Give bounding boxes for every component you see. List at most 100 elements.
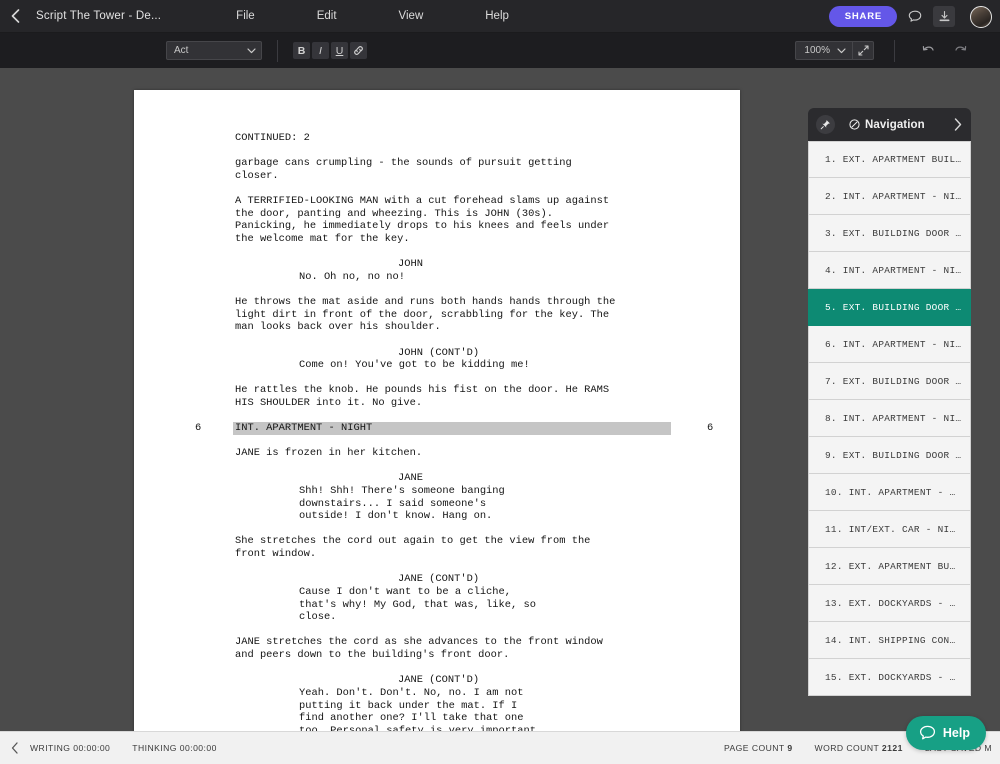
fullscreen-button[interactable] <box>852 42 873 59</box>
back-button[interactable] <box>0 0 30 33</box>
undo-arrow-icon <box>922 45 935 56</box>
action-block[interactable]: He rattles the knob. He pounds his fist … <box>235 384 609 409</box>
navigation-panel: Navigation 1. EXT. APARTMENT BUIL… 2. IN… <box>808 108 971 700</box>
bold-button[interactable]: B <box>293 42 310 59</box>
nav-scene-item-1[interactable]: 1. EXT. APARTMENT BUIL… <box>808 141 971 178</box>
last-saved-value: M <box>984 743 992 753</box>
undo-button[interactable] <box>922 45 935 56</box>
action-block[interactable]: garbage cans crumpling - the sounds of p… <box>235 157 572 182</box>
comment-bubble-icon <box>908 10 922 23</box>
nav-scene-item-14[interactable]: 14. INT. SHIPPING CON… <box>808 622 971 659</box>
nav-scene-item-2[interactable]: 2. INT. APARTMENT - NI… <box>808 178 971 215</box>
chevron-down-icon <box>247 48 256 54</box>
help-button[interactable]: Help <box>906 716 986 750</box>
chat-bubble-icon <box>919 725 936 741</box>
nav-scene-item-10[interactable]: 10. INT. APARTMENT - … <box>808 474 971 511</box>
script-page[interactable]: CONTINUED: 2 garbage cans crumpling - th… <box>134 90 740 731</box>
toolbar-divider-2 <box>894 40 895 62</box>
avatar[interactable] <box>970 6 992 28</box>
chevron-down-icon <box>837 48 846 54</box>
link-icon <box>353 45 364 56</box>
zoom-control: 100% <box>795 41 874 60</box>
menu-item-help[interactable]: Help <box>454 10 540 22</box>
zoom-select[interactable]: 100% <box>796 45 852 56</box>
character-cue[interactable]: JOHN <box>235 258 423 271</box>
chevron-left-icon <box>11 742 19 754</box>
nav-scene-item-12[interactable]: 12. EXT. APARTMENT BU… <box>808 548 971 585</box>
dialogue-block[interactable]: Come on! You've got to be kidding me! <box>235 359 530 372</box>
character-cue[interactable]: JANE <box>235 472 423 485</box>
menu-bar-actions: SHARE <box>829 0 992 33</box>
status-bar-collapse-button[interactable] <box>0 742 30 754</box>
word-count-value: 2121 <box>882 743 903 753</box>
menu-item-edit[interactable]: Edit <box>286 10 368 22</box>
action-block[interactable]: He throws the mat aside and runs both ha… <box>235 296 615 334</box>
pin-icon <box>820 119 831 130</box>
word-count-label: WORD COUNT <box>815 743 880 753</box>
nav-scene-item-8[interactable]: 8. INT. APARTMENT - NI… <box>808 400 971 437</box>
status-bar: WRITING 00:00:00 THINKING 00:00:00 PAGE … <box>0 731 1000 764</box>
underline-glyph: U <box>336 45 344 57</box>
italic-button[interactable]: I <box>312 42 329 59</box>
navigation-scene-list[interactable]: 1. EXT. APARTMENT BUIL… 2. INT. APARTMEN… <box>808 141 971 700</box>
nav-scene-item-3[interactable]: 3. EXT. BUILDING DOOR … <box>808 215 971 252</box>
nav-scene-item-11[interactable]: 11. INT/EXT. CAR - NI… <box>808 511 971 548</box>
action-block[interactable]: JANE stretches the cord as she advances … <box>235 636 603 661</box>
nav-scene-item-15[interactable]: 15. EXT. DOCKYARDS - … <box>808 659 971 696</box>
navigation-header: Navigation <box>808 108 971 141</box>
nav-scene-item-4[interactable]: 4. INT. APARTMENT - NI… <box>808 252 971 289</box>
navigation-title: Navigation <box>865 119 925 131</box>
help-label: Help <box>943 726 970 740</box>
chevron-right-icon <box>954 118 962 131</box>
text-format-group: B I U <box>293 42 367 59</box>
fullscreen-expand-icon <box>858 45 869 56</box>
menu-bar: Script The Tower - De... File Edit View … <box>0 0 1000 33</box>
action-block[interactable]: JANE is frozen in her kitchen. <box>235 447 422 460</box>
nav-scene-item-5[interactable]: 5. EXT. BUILDING DOOR … <box>808 289 971 326</box>
link-button[interactable] <box>350 42 367 59</box>
nav-scene-item-9[interactable]: 9. EXT. BUILDING DOOR … <box>808 437 971 474</box>
download-icon <box>938 10 951 23</box>
chevron-left-icon <box>11 9 20 23</box>
element-type-select[interactable]: Act <box>166 41 262 60</box>
page-count: PAGE COUNT 9 <box>724 743 793 753</box>
screenwriting-app-window: Script The Tower - De... File Edit View … <box>0 0 1000 764</box>
menu-item-file[interactable]: File <box>205 10 286 22</box>
scene-number-left: 6 <box>195 422 201 435</box>
comment-button[interactable] <box>904 6 926 27</box>
underline-button[interactable]: U <box>331 42 348 59</box>
nav-scene-item-6[interactable]: 6. INT. APARTMENT - NI… <box>808 326 971 363</box>
dialogue-block[interactable]: Yeah. Don't. Don't. No, no. I am not put… <box>235 687 536 731</box>
italic-glyph: I <box>319 45 322 57</box>
writing-timer: WRITING 00:00:00 <box>30 743 110 753</box>
status-timers: WRITING 00:00:00 THINKING 00:00:00 <box>30 743 239 753</box>
character-cue[interactable]: JANE (CONT'D) <box>235 674 479 687</box>
share-button[interactable]: SHARE <box>829 6 897 27</box>
dialogue-block[interactable]: Shh! Shh! There's someone banging downst… <box>235 485 505 523</box>
nav-scene-item-13[interactable]: 13. EXT. DOCKYARDS - … <box>808 585 971 622</box>
download-button[interactable] <box>933 6 955 27</box>
menu-item-list: File Edit View Help <box>205 10 540 22</box>
page-count-value: 9 <box>787 743 792 753</box>
compass-target-icon <box>849 119 860 130</box>
action-block[interactable]: A TERRIFIED-LOOKING MAN with a cut foreh… <box>235 195 609 245</box>
word-count: WORD COUNT 2121 <box>815 743 903 753</box>
redo-button[interactable] <box>954 45 967 56</box>
bold-glyph: B <box>298 45 306 57</box>
scene-heading[interactable]: INT. APARTMENT - NIGHT <box>233 422 671 435</box>
nav-scene-item-7[interactable]: 7. EXT. BUILDING DOOR … <box>808 363 971 400</box>
formatting-toolbar: Act B I U 100% <box>0 33 1000 68</box>
scene-number-right: 6 <box>707 422 713 435</box>
thinking-timer: THINKING 00:00:00 <box>132 743 217 753</box>
action-block[interactable]: She stretches the cord out again to get … <box>235 535 590 560</box>
history-controls <box>922 45 967 56</box>
dialogue-block[interactable]: Cause I don't want to be a cliche, that'… <box>235 586 536 624</box>
zoom-value: 100% <box>804 45 830 56</box>
menu-item-view[interactable]: View <box>368 10 455 22</box>
pin-button[interactable] <box>816 115 835 134</box>
character-cue[interactable]: JANE (CONT'D) <box>235 573 479 586</box>
character-cue[interactable]: JOHN (CONT'D) <box>235 347 479 360</box>
navigation-collapse-button[interactable] <box>954 118 962 131</box>
document-title: Script The Tower - De... <box>36 10 161 22</box>
dialogue-block[interactable]: No. Oh no, no no! <box>235 271 405 284</box>
